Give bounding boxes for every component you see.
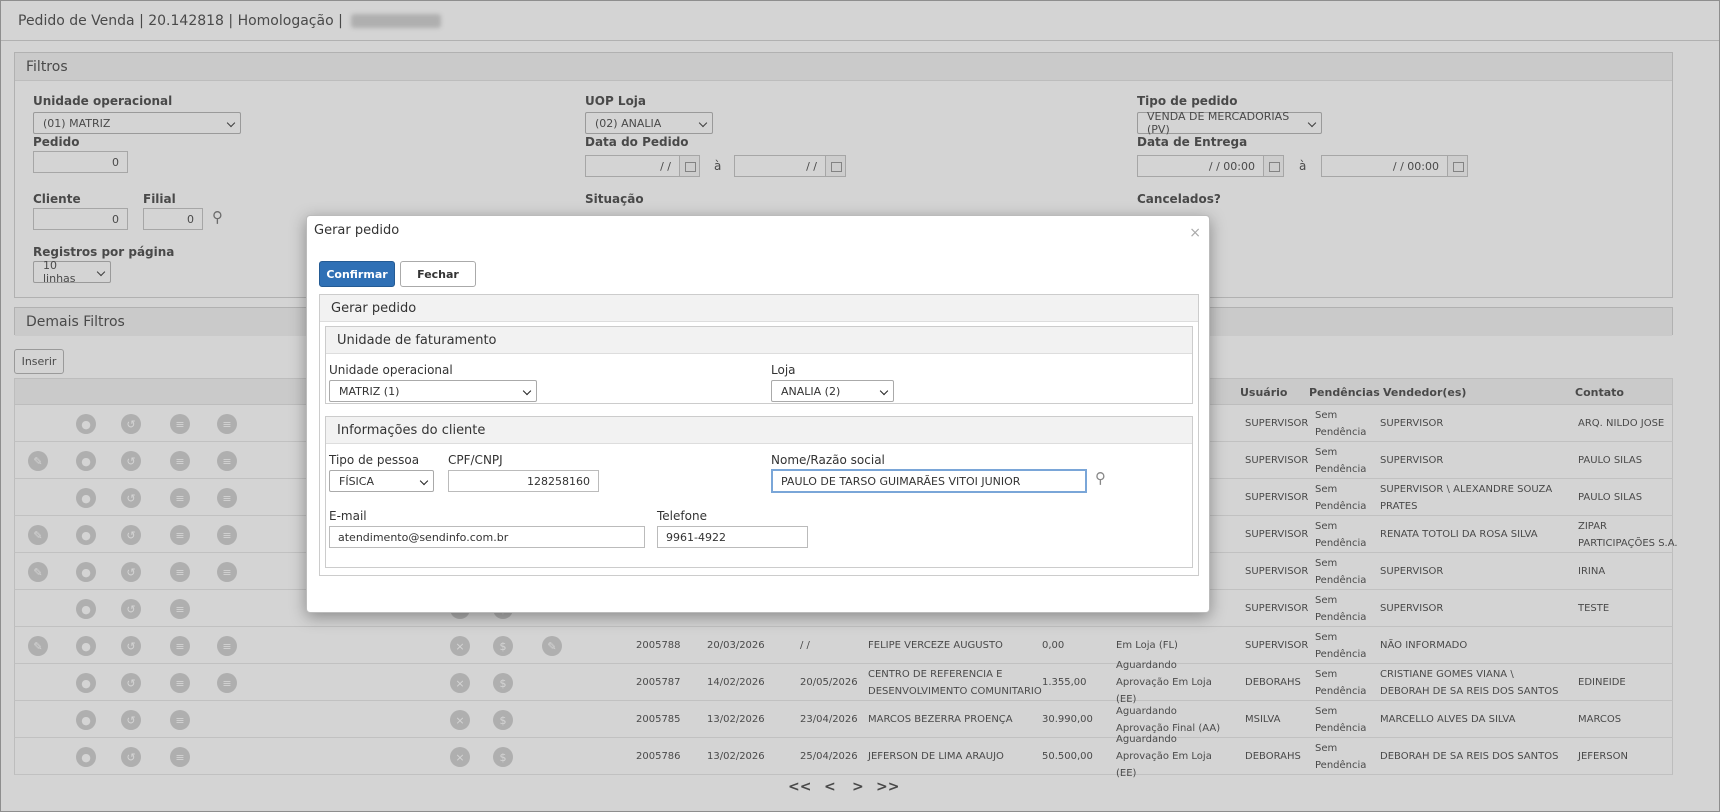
nome-label: Nome/Razão social [771, 453, 885, 467]
tipo-pessoa-select[interactable]: FÍSICA [329, 470, 434, 492]
gerar-pedido-section-title: Gerar pedido [320, 295, 1198, 322]
close-icon[interactable]: × [1189, 225, 1201, 241]
modal-unidade-select-value: MATRIZ (1) [339, 384, 400, 398]
cpf-input[interactable]: 128258160 [448, 470, 599, 492]
cpf-label: CPF/CNPJ [448, 453, 503, 467]
fechar-button[interactable]: Fechar [400, 261, 476, 287]
modal-loja-select-value: ANALIA (2) [781, 384, 841, 398]
cliente-title: Informações do cliente [326, 417, 1192, 444]
tipo-pessoa-label: Tipo de pessoa [329, 453, 420, 467]
telefone-label: Telefone [657, 509, 707, 523]
telefone-input[interactable]: 9961-4922 [657, 526, 808, 548]
confirmar-button[interactable]: Confirmar [319, 261, 395, 287]
nome-input[interactable]: PAULO DE TARSO GUIMARÃES VITOI JUNIOR [771, 469, 1087, 493]
tipo-pessoa-select-value: FÍSICA [339, 474, 375, 488]
modal-loja-select[interactable]: ANALIA (2) [771, 380, 894, 402]
modal-title: Gerar pedido [314, 223, 400, 238]
modal-unidade-select[interactable]: MATRIZ (1) [329, 380, 537, 402]
search-icon[interactable]: ⚲ [1095, 469, 1106, 487]
modal-loja-label: Loja [771, 363, 796, 377]
email-input[interactable]: atendimento@sendinfo.com.br [329, 526, 645, 548]
modal-unidade-label: Unidade operacional [329, 363, 453, 377]
email-label: E-mail [329, 509, 367, 523]
faturamento-title: Unidade de faturamento [326, 327, 1192, 354]
gerar-pedido-modal: Gerar pedido × Confirmar Fechar Gerar pe… [306, 215, 1210, 613]
